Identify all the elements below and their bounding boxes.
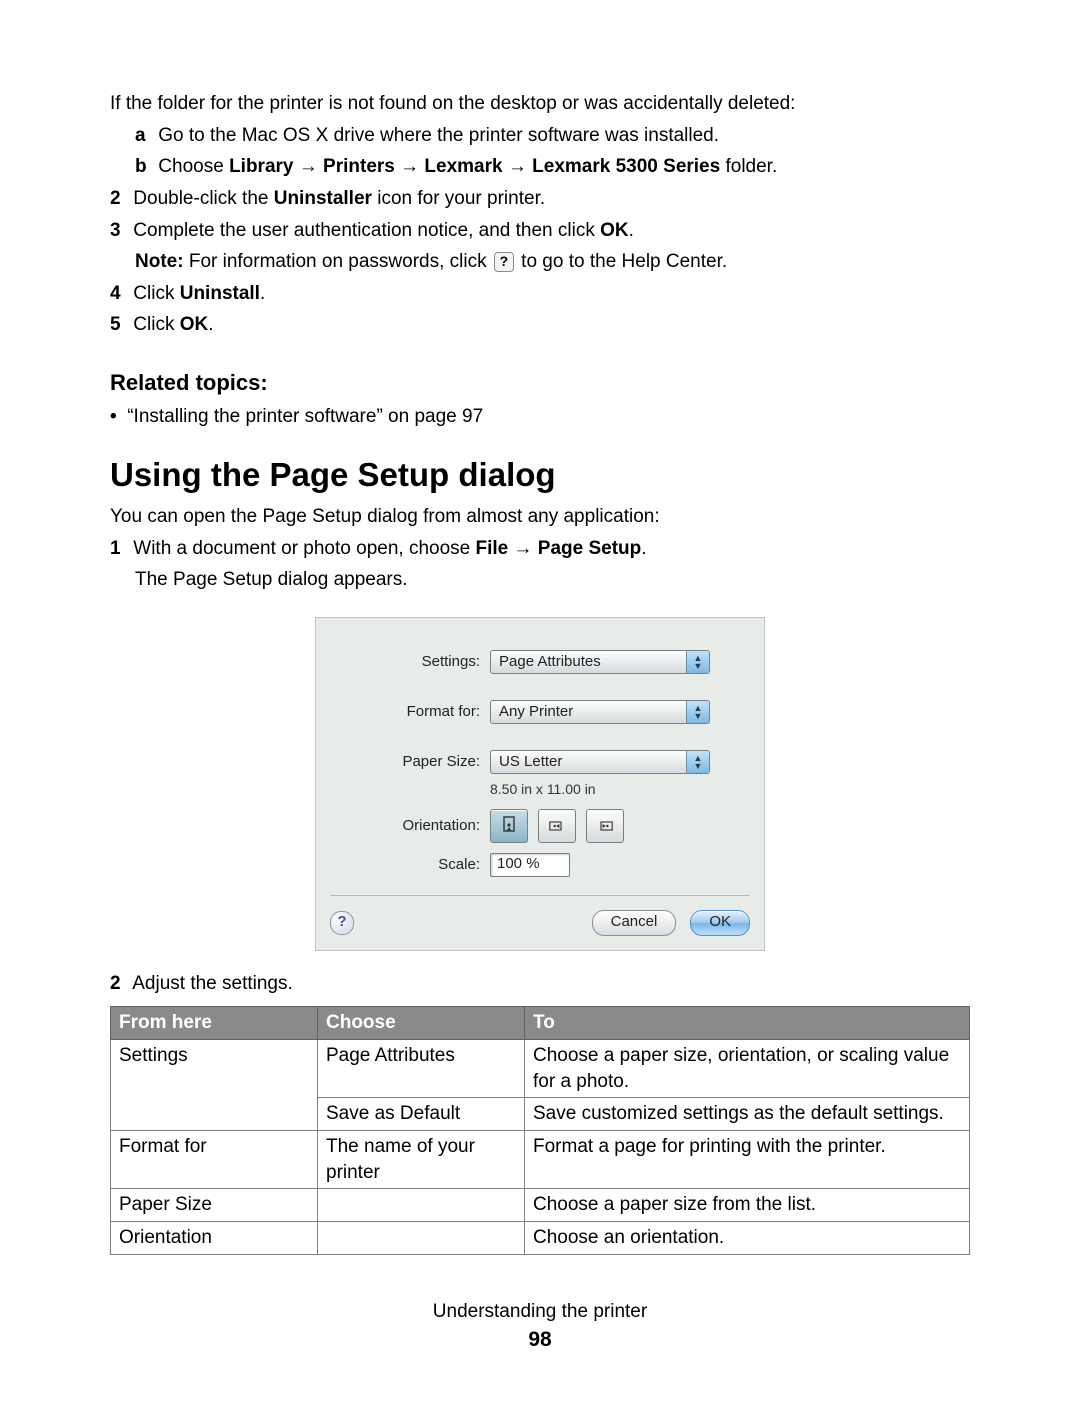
note-label: Note: xyxy=(135,251,184,272)
paper-dimensions: 8.50 in x 11.00 in xyxy=(490,780,750,799)
step3-bold: OK xyxy=(600,220,629,241)
section-heading: Using the Page Setup dialog xyxy=(110,453,970,498)
orientation-landscape-right-button[interactable] xyxy=(586,809,624,843)
table-row: Orientation Choose an orientation. xyxy=(111,1221,970,1254)
orientation-landscape-left-button[interactable] xyxy=(538,809,576,843)
step2-bold: Uninstaller xyxy=(274,188,372,209)
th-choose: Choose xyxy=(318,1007,525,1040)
format-select[interactable]: Any Printer ▲▼ xyxy=(490,700,710,724)
page-setup-dialog: Settings: Page Attributes ▲▼ Format for:… xyxy=(315,617,765,951)
step-2: 2 Double-click the Uninstaller icon for … xyxy=(110,186,970,212)
substep-a-text: Go to the Mac OS X drive where the print… xyxy=(158,125,719,146)
settings-value: Page Attributes xyxy=(499,653,601,670)
step5-suf: . xyxy=(208,314,213,335)
table-row: Format for The name of your printer Form… xyxy=(111,1131,970,1189)
related-item: • “Installing the printer software” on p… xyxy=(110,404,970,430)
step-4: 4 Click Uninstall. xyxy=(110,281,970,307)
table-row: Paper Size Choose a paper size from the … xyxy=(111,1189,970,1222)
ps-step2: 2 Adjust the settings. xyxy=(110,971,970,997)
cell-save-default: Save as Default xyxy=(318,1098,525,1131)
step2-pre: Double-click the xyxy=(133,188,273,209)
scale-label: Scale: xyxy=(330,855,490,875)
cell-settings: Settings xyxy=(111,1040,318,1131)
ps1-file: File xyxy=(476,538,509,559)
format-label: Format for: xyxy=(330,702,490,722)
th-from-here: From here xyxy=(111,1007,318,1040)
footer-chapter: Understanding the printer xyxy=(110,1299,970,1325)
step-3: 3 Complete the user authentication notic… xyxy=(110,218,970,244)
cancel-button[interactable]: Cancel xyxy=(592,910,677,936)
path-series: Lexmark 5300 Series xyxy=(532,156,720,177)
format-value: Any Printer xyxy=(499,703,573,720)
note-suf: to go to the Help Center. xyxy=(516,251,727,272)
cell-format-for-desc: Format a page for printing with the prin… xyxy=(525,1131,970,1189)
step4-suf: . xyxy=(260,283,265,304)
ps1-pagesetup: Page Setup xyxy=(538,538,641,559)
table-row: Settings Page Attributes Choose a paper … xyxy=(111,1040,970,1098)
cell-page-attr: Page Attributes xyxy=(318,1040,525,1098)
ok-button[interactable]: OK xyxy=(690,910,750,936)
ps1-pre: With a document or photo open, choose xyxy=(133,538,475,559)
cell-paper-size-desc: Choose a paper size from the list. xyxy=(525,1189,970,1222)
question-icon: ? xyxy=(494,252,514,272)
step4-bold: Uninstall xyxy=(180,283,260,304)
cell-format-for: Format for xyxy=(111,1131,318,1189)
cell-orientation-desc: Choose an orientation. xyxy=(525,1221,970,1254)
th-to: To xyxy=(525,1007,970,1040)
substep-b-suf: folder. xyxy=(720,156,777,177)
cell-format-for-choose: The name of your printer xyxy=(318,1131,525,1189)
scale-input[interactable]: 100 % xyxy=(490,853,570,877)
path-library: Library xyxy=(229,156,293,177)
step3-pre: Complete the user authentication notice,… xyxy=(133,220,600,241)
path-printers: Printers xyxy=(323,156,395,177)
dialog-separator xyxy=(330,895,750,896)
orientation-portrait-button[interactable] xyxy=(490,809,528,843)
substep-a: a Go to the Mac OS X drive where the pri… xyxy=(135,123,970,149)
paper-label: Paper Size: xyxy=(330,752,490,772)
chevron-updown-icon: ▲▼ xyxy=(686,651,709,673)
cell-save-default-desc: Save customized settings as the default … xyxy=(525,1098,970,1131)
settings-table: From here Choose To Settings Page Attrib… xyxy=(110,1006,970,1254)
related-item-text: “Installing the printer software” on pag… xyxy=(127,406,483,427)
step5-bold: OK xyxy=(180,314,209,335)
paper-select[interactable]: US Letter ▲▼ xyxy=(490,750,710,774)
substep-b: b Choose Library → Printers → Lexmark → … xyxy=(135,154,970,180)
chevron-updown-icon: ▲▼ xyxy=(686,751,709,773)
note-mid: For information on passwords, click xyxy=(184,251,492,272)
ps1-dot: . xyxy=(641,538,646,559)
cell-orientation: Orientation xyxy=(111,1221,318,1254)
ps2-text: Adjust the settings. xyxy=(132,973,293,994)
cell-paper-size: Paper Size xyxy=(111,1189,318,1222)
step-5: 5 Click OK. xyxy=(110,312,970,338)
step3-suf: . xyxy=(629,220,634,241)
step5-pre: Click xyxy=(133,314,179,335)
path-lexmark: Lexmark xyxy=(424,156,502,177)
intro-text: If the folder for the printer is not fou… xyxy=(110,91,970,117)
chevron-updown-icon: ▲▼ xyxy=(686,701,709,723)
step4-pre: Click xyxy=(133,283,179,304)
substep-b-pre: Choose xyxy=(158,156,229,177)
related-heading: Related topics: xyxy=(110,368,970,398)
ps-step1-line2: The Page Setup dialog appears. xyxy=(135,567,970,593)
orientation-label: Orientation: xyxy=(330,816,490,836)
paper-value: US Letter xyxy=(499,753,562,770)
settings-select[interactable]: Page Attributes ▲▼ xyxy=(490,650,710,674)
note-line: Note: For information on passwords, clic… xyxy=(135,249,970,275)
section-intro: You can open the Page Setup dialog from … xyxy=(110,504,970,530)
ps-step1: 1 With a document or photo open, choose … xyxy=(110,536,970,562)
settings-label: Settings: xyxy=(330,652,490,672)
help-icon[interactable]: ? xyxy=(330,911,354,935)
step2-suf: icon for your printer. xyxy=(372,188,545,209)
cell-page-attr-desc: Choose a paper size, orientation, or sca… xyxy=(525,1040,970,1098)
page-number: 98 xyxy=(110,1326,970,1354)
